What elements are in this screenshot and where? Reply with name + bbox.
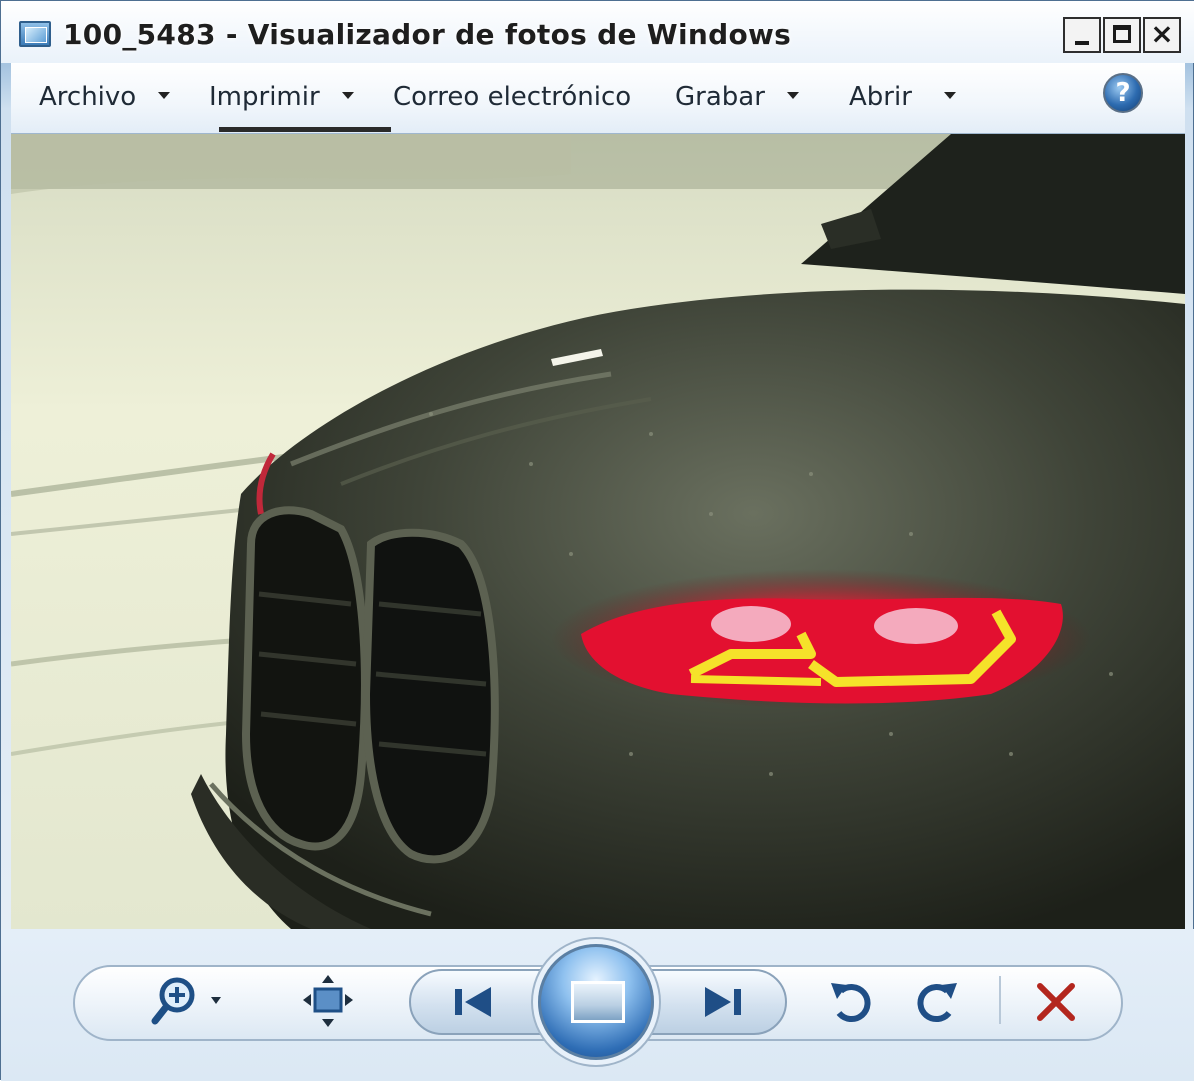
rotate-left-button[interactable] bbox=[825, 975, 877, 1027]
menu-abrir-label: Abrir bbox=[849, 82, 912, 112]
photo-viewer-app-icon[interactable] bbox=[19, 21, 51, 47]
menu-abrir[interactable]: Abrir bbox=[849, 77, 956, 117]
rotate-right-button[interactable] bbox=[911, 975, 963, 1027]
delete-icon bbox=[1037, 983, 1075, 1021]
fit-to-window-icon bbox=[303, 975, 353, 1027]
menu-grabar[interactable]: Grabar bbox=[675, 77, 799, 117]
window-title: 100_5483 - Visualizador de fotos de Wind… bbox=[63, 18, 792, 51]
menu-active-indicator bbox=[219, 127, 391, 132]
menu-correo-label: Correo electrónico bbox=[393, 82, 632, 112]
title-bar[interactable]: 100_5483 - Visualizador de fotos de Wind… bbox=[1, 1, 1194, 63]
menu-archivo[interactable]: Archivo bbox=[39, 77, 171, 117]
menu-grabar-label: Grabar bbox=[675, 82, 765, 112]
minimize-button[interactable] bbox=[1063, 17, 1101, 53]
window-controls: × bbox=[1061, 17, 1181, 53]
zoom-icon bbox=[151, 977, 221, 1025]
chevron-down-icon bbox=[341, 92, 354, 99]
slideshow-icon bbox=[571, 981, 625, 1023]
menu-archivo-label: Archivo bbox=[39, 82, 137, 112]
car-photo bbox=[11, 134, 1185, 929]
rotate-left-icon bbox=[831, 983, 871, 1023]
photo-viewer-window: 100_5483 - Visualizador de fotos de Wind… bbox=[0, 0, 1194, 1081]
next-icon bbox=[705, 987, 741, 1017]
fit-to-window-button[interactable] bbox=[301, 973, 355, 1029]
photo-display[interactable] bbox=[11, 134, 1185, 929]
zoom-button[interactable] bbox=[149, 973, 233, 1029]
slideshow-button[interactable] bbox=[538, 944, 654, 1060]
menu-correo-electronico[interactable]: Correo electrónico bbox=[393, 77, 631, 117]
menu-imprimir-label: Imprimir bbox=[209, 82, 320, 112]
controls-separator bbox=[999, 976, 1001, 1024]
chevron-down-icon bbox=[786, 92, 799, 99]
rotate-right-icon bbox=[917, 983, 957, 1023]
next-button[interactable] bbox=[695, 979, 749, 1025]
chevron-down-icon bbox=[158, 92, 171, 99]
chevron-down-icon bbox=[943, 92, 956, 99]
menu-imprimir[interactable]: Imprimir bbox=[209, 77, 354, 117]
delete-button[interactable] bbox=[1031, 977, 1081, 1027]
close-window-button[interactable]: × bbox=[1143, 17, 1181, 53]
menu-bar: Archivo Imprimir Correo electrónico Grab… bbox=[11, 63, 1185, 134]
maximize-button[interactable] bbox=[1103, 17, 1141, 53]
help-icon[interactable]: ? bbox=[1103, 73, 1143, 113]
previous-icon bbox=[455, 987, 491, 1017]
previous-button[interactable] bbox=[447, 979, 501, 1025]
